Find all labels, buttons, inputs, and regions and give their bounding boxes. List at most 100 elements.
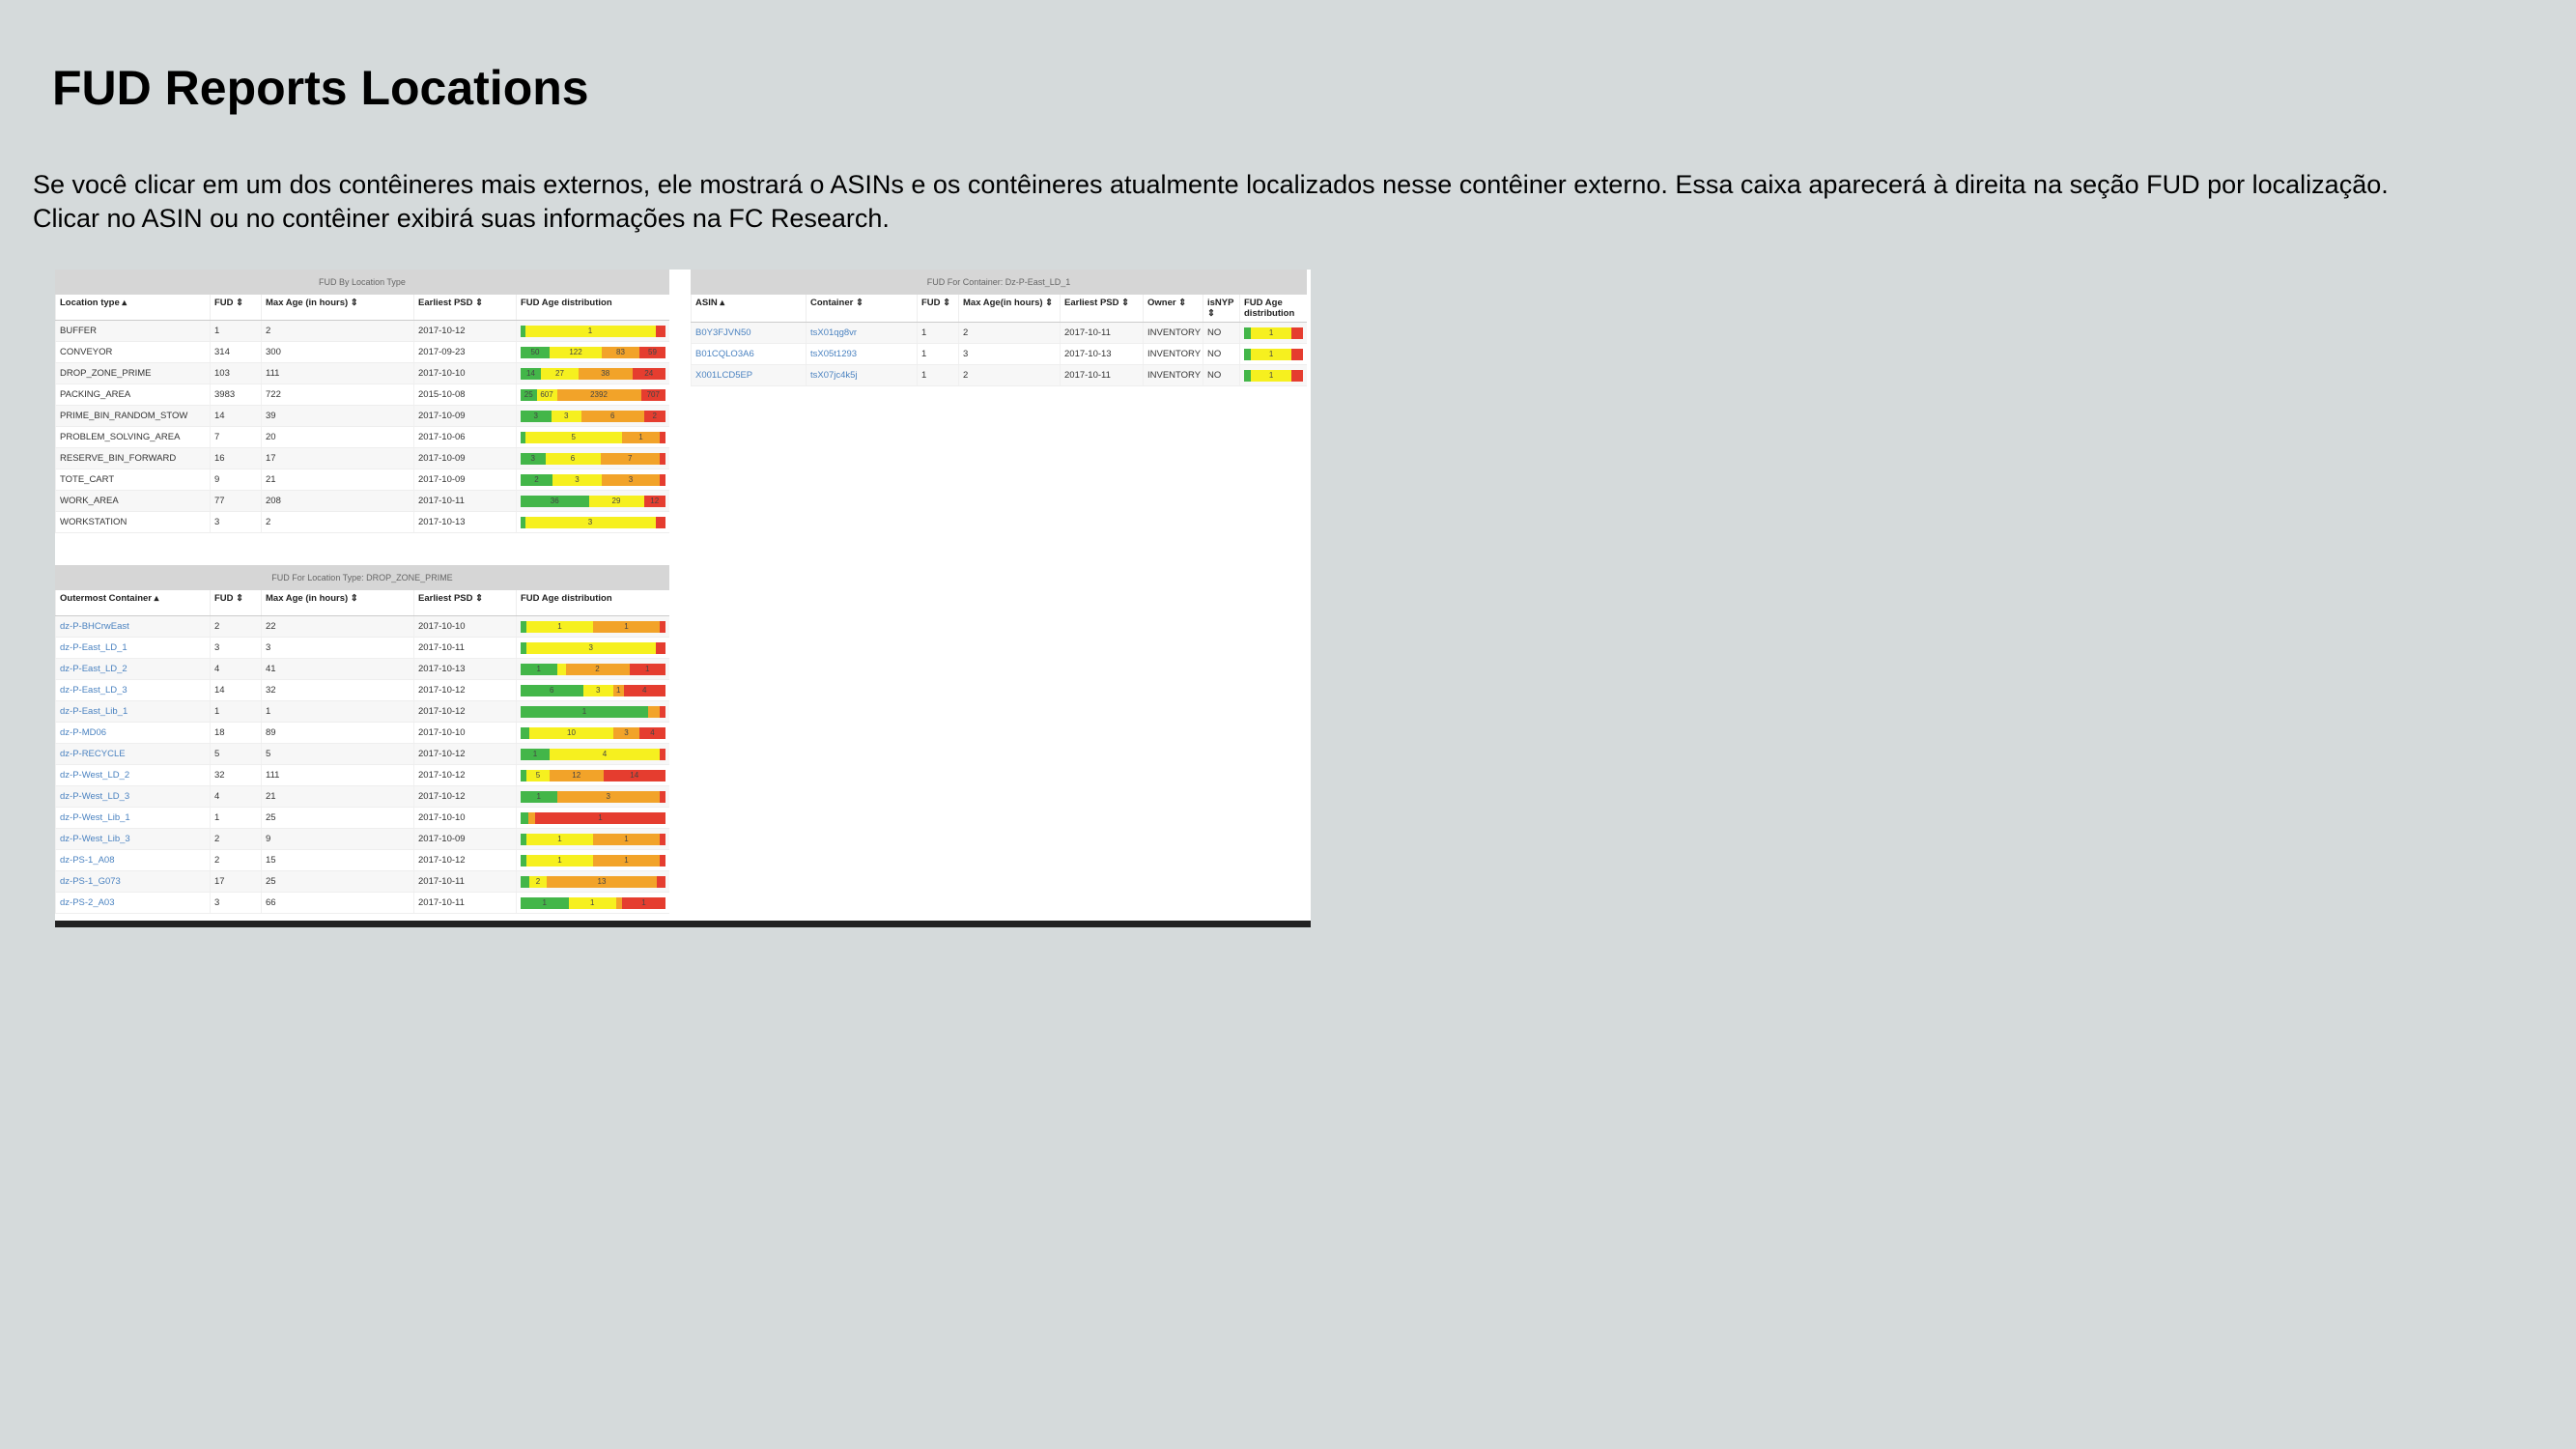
distribution-segment: 83 [602, 346, 639, 358]
table-cell: 15 [261, 849, 414, 871]
cell-link[interactable]: tsX05t1293 [806, 343, 918, 365]
table-cell: 2 [210, 849, 262, 871]
table-cell: 18 [210, 722, 262, 744]
age-distribution-bar: 1 [1244, 327, 1303, 339]
column-header[interactable]: Max Age (in hours) ⇕ [261, 590, 414, 616]
distribution-segment [660, 452, 665, 465]
age-distribution-bar: 50 122 83 59 [521, 346, 665, 358]
cell-link[interactable]: B0Y3FJVN50 [691, 322, 807, 344]
distribution-segment: 13 [547, 875, 657, 888]
table-cell: 2017-10-09 [413, 405, 517, 427]
distribution-segment: 3 [521, 410, 552, 422]
cell-link[interactable]: dz-PS-1_G073 [55, 870, 211, 893]
cell-link[interactable]: dz-P-East_Lib_1 [55, 700, 211, 723]
table-cell: 2017-10-11 [413, 892, 517, 914]
page-title: FUD Reports Locations [52, 61, 589, 115]
cell-link[interactable]: dz-PS-1_A08 [55, 849, 211, 871]
table-cell: 1 [210, 320, 262, 342]
column-header[interactable]: FUD Age distribution [1239, 295, 1307, 323]
table-cell: 2017-10-10 [413, 362, 517, 384]
distribution-segment: 2 [565, 663, 630, 675]
distribution-segment: 1 [613, 684, 624, 696]
column-header[interactable]: Owner ⇕ [1143, 295, 1203, 323]
cell-link[interactable]: dz-P-West_LD_2 [55, 764, 211, 786]
column-header[interactable]: FUD ⇕ [210, 590, 262, 616]
column-header[interactable]: FUD Age distribution [516, 590, 669, 616]
table-cell: 2 [261, 320, 414, 342]
distribution-segment: 1 [622, 431, 660, 443]
cell-link[interactable]: tsX07jc4k5j [806, 364, 918, 386]
table-cell: 111 [261, 362, 414, 384]
column-header[interactable]: FUD ⇕ [917, 295, 959, 323]
distribution-segment: 1 [521, 790, 557, 803]
column-header[interactable]: Max Age (in hours) ⇕ [261, 295, 414, 321]
distribution-segment: 6 [545, 452, 601, 465]
distribution-segment [1244, 348, 1252, 360]
distribution-segment: 3 [582, 684, 613, 696]
distribution-segment: 3 [552, 473, 602, 486]
column-header[interactable]: Max Age(in hours) ⇕ [958, 295, 1061, 323]
column-header[interactable]: Outermost Container ▴ [55, 590, 211, 616]
distribution-segment: 4 [639, 726, 665, 739]
cell-link[interactable]: dz-P-East_LD_2 [55, 658, 211, 680]
distribution-segment [660, 473, 665, 486]
distribution-segment: 2392 [556, 388, 641, 401]
table-cell: PROBLEM_SOLVING_AREA [55, 426, 211, 448]
table-cell: 41 [261, 658, 414, 680]
cell-link[interactable]: X001LCD5EP [691, 364, 807, 386]
column-header[interactable]: Earliest PSD ⇕ [1060, 295, 1144, 323]
table-cell: 4 [210, 658, 262, 680]
distribution-segment: 1 [593, 833, 660, 845]
cell-link[interactable]: B01CQLO3A6 [691, 343, 807, 365]
column-header[interactable]: Earliest PSD ⇕ [413, 590, 517, 616]
table-row: X001LCD5EP tsX07jc4k5j 1 2 2017-10-11 INVENTO… [691, 364, 1307, 386]
column-header[interactable]: isNYP ⇕ [1203, 295, 1240, 323]
column-header[interactable]: FUD Age distribution [516, 295, 669, 321]
column-header[interactable]: ASIN ▴ [691, 295, 807, 323]
location-type-table: Location type ▴ FUD ⇕ Max Age (in hours) ⇕… [55, 295, 669, 533]
cell-link[interactable]: dz-P-East_LD_3 [55, 679, 211, 701]
distribution-segment: 1 [521, 748, 550, 760]
table-cell: 208 [261, 490, 414, 512]
distribution-segment [660, 620, 665, 633]
cell-link[interactable]: dz-P-RECYCLE [55, 743, 211, 765]
age-distribution-cell: 11 [516, 828, 669, 850]
table-cell: 17 [210, 870, 262, 893]
table-row: dz-P-West_LD_2 32 111 2017-10-12 5 12 14 [55, 764, 669, 786]
column-header[interactable]: Location type ▴ [55, 295, 211, 321]
age-distribution-cell: 1 [1239, 343, 1307, 365]
table-row: BUFFER 1 2 2017-10-12 1 [55, 320, 669, 342]
distribution-segment [660, 748, 665, 760]
distribution-segment: 25 [521, 388, 537, 401]
distribution-segment: 1 [629, 663, 665, 675]
distribution-segment: 1 [521, 663, 557, 675]
age-distribution-cell: 367 [516, 447, 669, 469]
distribution-segment [521, 811, 528, 824]
table-cell: 2017-10-09 [413, 469, 517, 491]
cell-link[interactable]: tsX01qg8vr [806, 322, 918, 344]
distribution-segment [556, 663, 566, 675]
table-cell: 300 [261, 341, 414, 363]
column-header[interactable]: Earliest PSD ⇕ [413, 295, 517, 321]
table-cell: INVENTORY [1143, 364, 1203, 386]
cell-link[interactable]: dz-P-East_LD_1 [55, 637, 211, 659]
cell-link[interactable]: dz-PS-2_A03 [55, 892, 211, 914]
distribution-segment: 1 [568, 896, 616, 909]
column-header[interactable]: Container ⇕ [806, 295, 918, 323]
table-cell: 2 [261, 511, 414, 533]
age-distribution-bar: 3362 [521, 410, 665, 422]
age-distribution-cell: 14 27 38 24 [516, 362, 669, 384]
table-row: WORK_AREA 77 208 2017-10-11 36 29 12 [55, 490, 669, 512]
cell-link[interactable]: dz-P-West_Lib_1 [55, 807, 211, 829]
table-cell: 2017-10-06 [413, 426, 517, 448]
table-row: dz-P-East_Lib_1 1 1 2017-10-12 1 [55, 700, 669, 723]
cell-link[interactable]: dz-P-BHCrwEast [55, 615, 211, 638]
table-row: PRIME_BIN_RANDOM_STOW 14 39 2017-10-09 3 3 6 2 [55, 405, 669, 427]
cell-link[interactable]: dz-P-West_LD_3 [55, 785, 211, 808]
distribution-segment: 1 [593, 854, 660, 867]
cell-link[interactable]: dz-P-MD06 [55, 722, 211, 744]
cell-link[interactable]: dz-P-West_Lib_3 [55, 828, 211, 850]
column-header[interactable]: FUD ⇕ [210, 295, 262, 321]
table-cell: 2017-10-12 [413, 679, 517, 701]
age-distribution-cell: 121 [516, 658, 669, 680]
